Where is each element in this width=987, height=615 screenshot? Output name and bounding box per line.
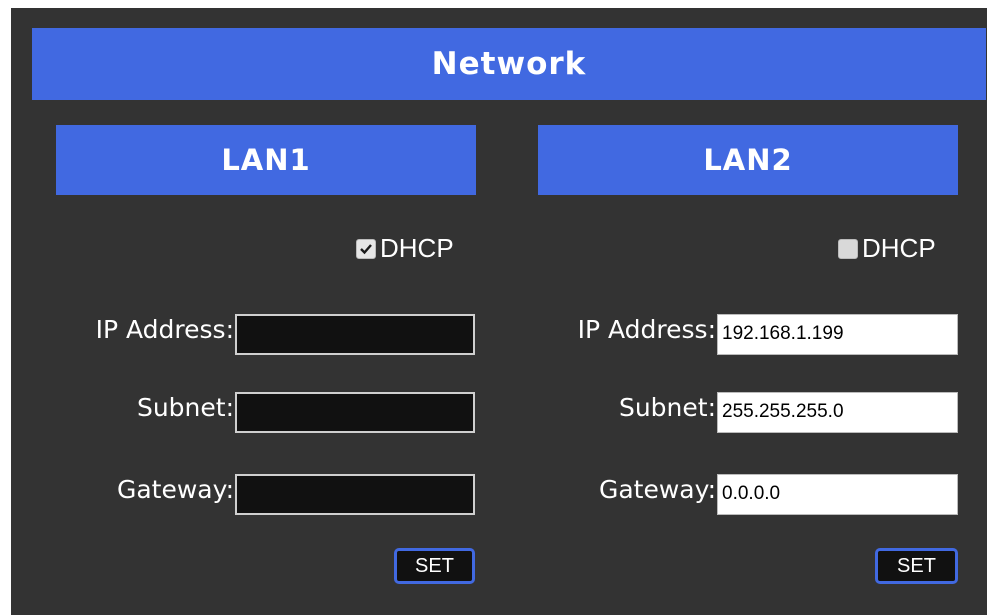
lan1-subnet-label: Subnet: — [136, 393, 234, 422]
lan1-set-button[interactable]: SET — [394, 548, 475, 584]
checkbox-checked-icon[interactable] — [356, 238, 376, 259]
lan2-header: LAN2 — [538, 125, 958, 195]
checkbox-unchecked-icon[interactable] — [838, 238, 858, 259]
page-title: Network — [32, 28, 986, 100]
lan2-set-button[interactable]: SET — [875, 548, 958, 584]
lan2-dhcp-checkbox[interactable]: DHCP — [838, 233, 936, 264]
lan1-gateway-input[interactable] — [235, 474, 475, 515]
lan2-dhcp-label: DHCP — [862, 233, 936, 263]
lan1-dhcp-checkbox[interactable]: DHCP — [356, 233, 454, 264]
network-panel: Network LAN1 DHCP IP Address: Subnet: Ga… — [11, 8, 987, 615]
lan2-ip-label: IP Address: — [577, 315, 716, 344]
lan2-gateway-input[interactable]: 0.0.0.0 — [717, 474, 958, 515]
lan2-subnet-input[interactable]: 255.255.255.0 — [717, 392, 958, 433]
lan2-gateway-label: Gateway: — [598, 475, 716, 504]
lan1-subnet-input[interactable] — [235, 392, 475, 433]
lan1-ip-label: IP Address: — [95, 315, 234, 344]
lan2-ip-input[interactable]: 192.168.1.199 — [717, 314, 958, 355]
lan2-subnet-label: Subnet: — [618, 393, 716, 422]
lan1-dhcp-label: DHCP — [380, 233, 454, 263]
lan1-gateway-label: Gateway: — [116, 475, 234, 504]
lan1-header: LAN1 — [56, 125, 476, 195]
lan1-ip-input[interactable] — [235, 314, 475, 355]
